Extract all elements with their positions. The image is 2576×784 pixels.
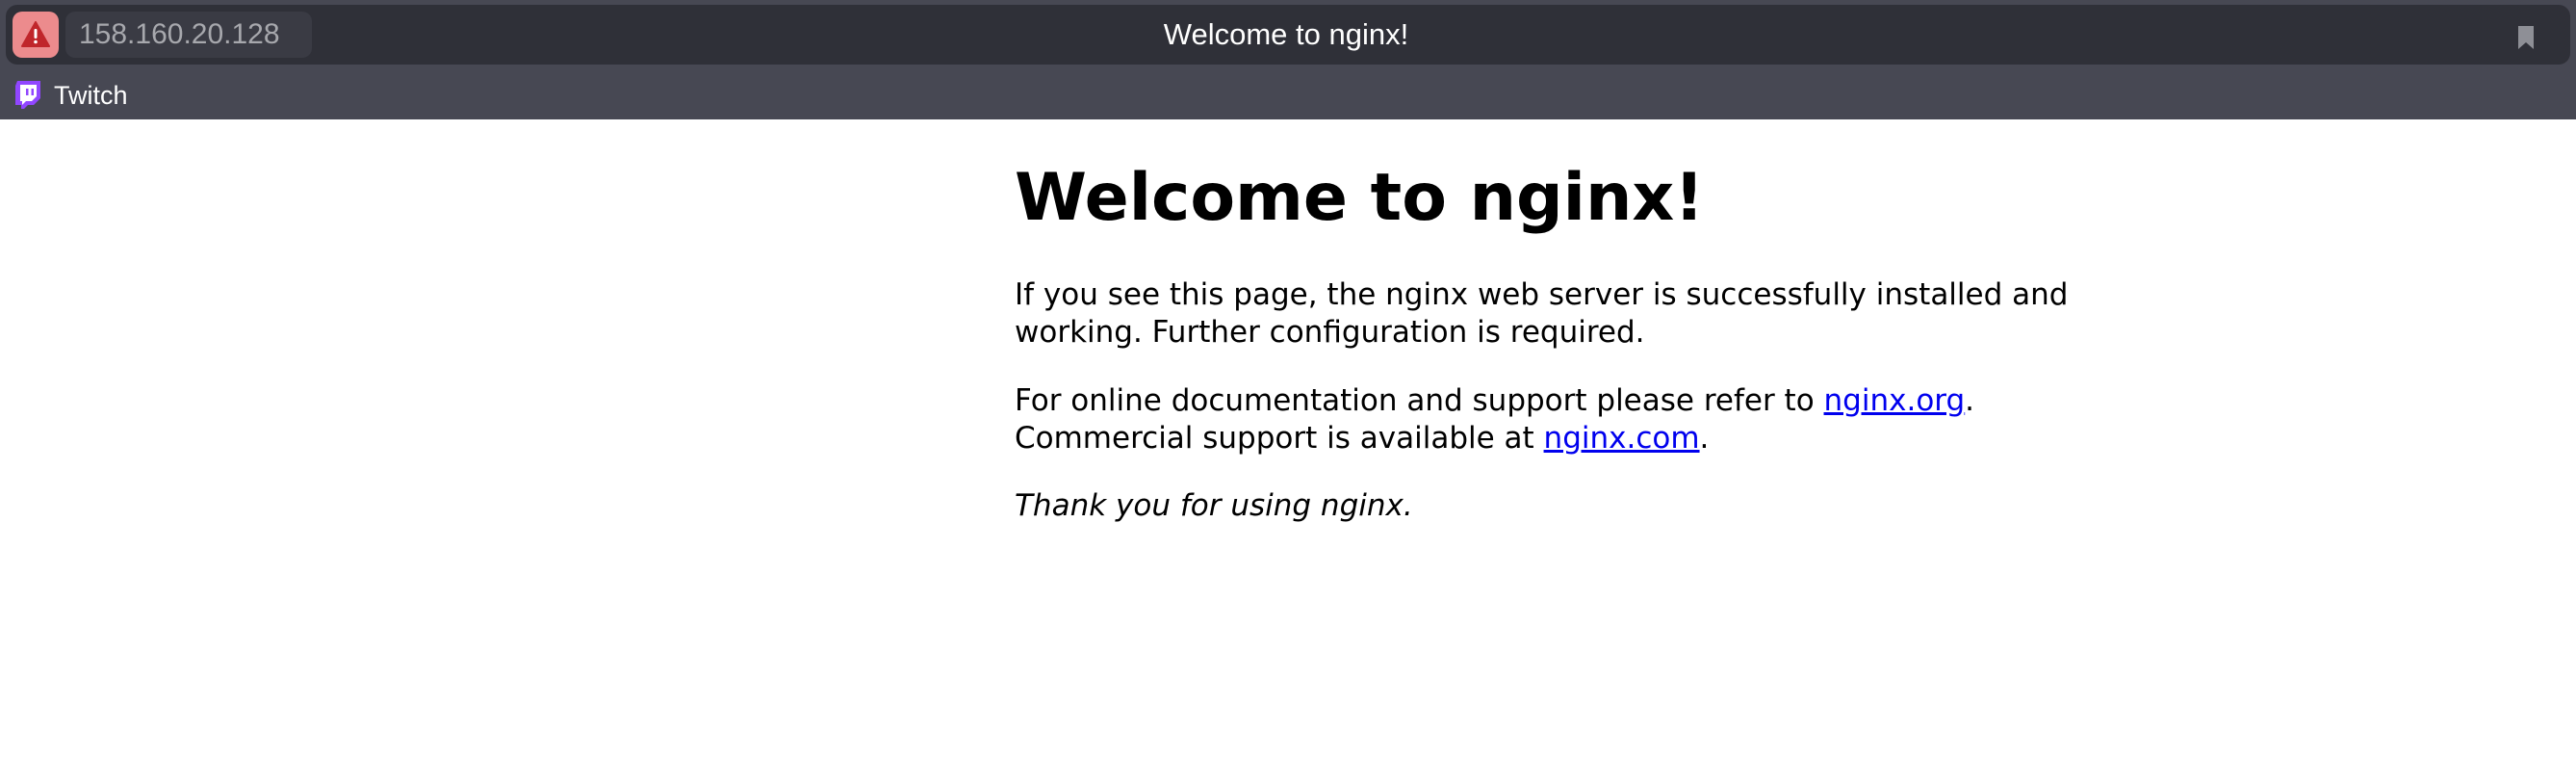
url-text[interactable]: 158.160.20.128 bbox=[79, 13, 280, 56]
bookmarks-bar: Twitch bbox=[0, 72, 2576, 119]
support-text-period: . bbox=[1965, 383, 1975, 418]
bookmark-icon bbox=[2518, 26, 2534, 49]
bookmark-twitch[interactable]: Twitch bbox=[13, 76, 128, 115]
warning-icon bbox=[21, 21, 50, 47]
site-security-button[interactable] bbox=[13, 12, 59, 58]
intro-paragraph: If you see this page, the nginx web serv… bbox=[1015, 277, 2069, 350]
twitch-icon bbox=[13, 80, 44, 111]
page-heading: Welcome to nginx! bbox=[1015, 160, 1705, 236]
commercial-support-period: . bbox=[1699, 421, 1710, 456]
bookmark-label: Twitch bbox=[54, 80, 128, 110]
support-paragraph: For online documentation and support ple… bbox=[1015, 382, 2074, 457]
nginx-org-link[interactable]: nginx.org bbox=[1824, 383, 1966, 418]
bookmark-button[interactable] bbox=[2512, 22, 2539, 53]
nginx-com-link[interactable]: nginx.com bbox=[1544, 421, 1700, 456]
support-text: For online documentation and support ple… bbox=[1015, 383, 1824, 418]
address-bar[interactable]: 158.160.20.128 Welcome to nginx! bbox=[6, 5, 2570, 65]
thank-you-text: Thank you for using nginx. bbox=[1015, 488, 1413, 523]
browser-chrome: 158.160.20.128 Welcome to nginx! Twitch bbox=[0, 0, 2576, 119]
page-title-tab: Welcome to nginx! bbox=[1163, 17, 1409, 51]
commercial-support-text: Commercial support is available at bbox=[1015, 421, 1544, 456]
